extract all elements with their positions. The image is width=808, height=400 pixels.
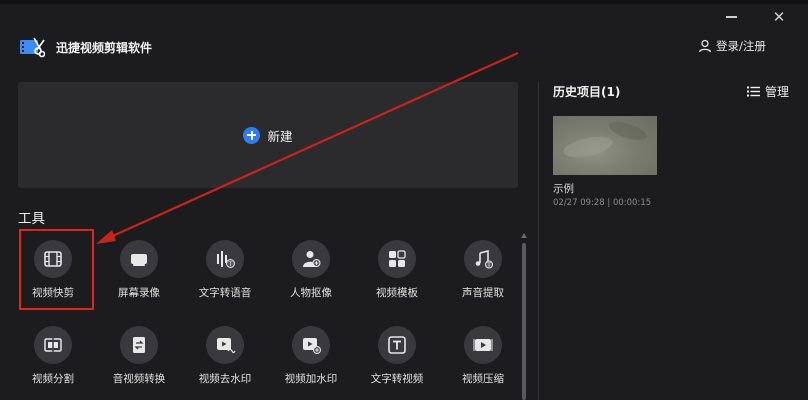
tool-label: 屏幕录像 [118, 287, 160, 299]
person-cutout-icon [303, 251, 321, 267]
tool-label: 视频加水印 [284, 373, 338, 385]
text-to-speech-icon: T [217, 251, 235, 268]
tool-label: 文字转视频 [370, 373, 424, 385]
history-title: 历史项目(1) [553, 85, 621, 99]
add-watermark-icon [303, 338, 321, 354]
new-project-label: 新建 [267, 128, 293, 144]
convert-icon [133, 337, 145, 353]
camera-icon [131, 254, 147, 266]
remove-watermark-icon [217, 338, 236, 354]
tool-video-split[interactable]: 视频分割 [13, 326, 93, 386]
tool-person-cutout[interactable]: 人物抠像 [271, 240, 351, 300]
tool-video-template[interactable]: 视频模板 [357, 240, 437, 300]
plus-icon [243, 126, 261, 144]
login-label: 登录/注册 [716, 39, 766, 53]
tool-video-compress[interactable]: 视频压缩 [443, 326, 523, 386]
tool-av-convert[interactable]: 音视频转换 [99, 326, 179, 386]
app-logo-icon [20, 37, 45, 58]
manage-button[interactable]: 管理 [747, 83, 789, 100]
history-item-meta: 02/27 09:28 | 00:00:15 [553, 198, 652, 208]
scroll-thumb[interactable] [522, 243, 526, 400]
list-icon [747, 86, 760, 97]
tool-label: 视频压缩 [462, 373, 504, 385]
close-button[interactable]: ✕ [769, 8, 789, 26]
template-icon [389, 250, 406, 267]
highlight-box [19, 229, 94, 310]
music-note-icon: T [475, 249, 493, 269]
tool-text-to-video[interactable]: 文字转视频 [357, 326, 437, 386]
text-to-video-icon [388, 336, 406, 354]
compress-icon [473, 339, 493, 351]
tool-label: 视频分割 [32, 373, 74, 385]
tool-audio-extract[interactable]: T 声音提取 [443, 240, 523, 300]
svg-text:T: T [486, 262, 491, 269]
new-project-button[interactable]: 新建 [18, 82, 518, 188]
tool-label: 音视频转换 [112, 373, 166, 385]
minimize-button[interactable] [721, 8, 741, 26]
tools-scrollbar[interactable] [521, 233, 527, 400]
scroll-up-arrow-icon[interactable] [521, 233, 527, 238]
tool-label: 视频去水印 [198, 373, 252, 385]
login-register-button[interactable]: 登录/注册 [698, 38, 766, 54]
tool-text-to-speech[interactable]: T 文字转语音 [185, 240, 265, 300]
manage-label: 管理 [765, 85, 790, 99]
user-icon [698, 39, 712, 53]
tool-label: 视频模板 [376, 287, 418, 299]
svg-text:T: T [228, 261, 233, 268]
tool-label: 声音提取 [462, 287, 504, 299]
history-item-thumbnail[interactable] [553, 116, 657, 175]
tool-add-watermark[interactable]: 视频加水印 [271, 326, 351, 386]
tool-remove-watermark[interactable]: 视频去水印 [185, 326, 265, 386]
tools-section-title: 工具 [18, 211, 45, 227]
app-title: 迅捷视频剪辑软件 [56, 41, 153, 55]
tool-label: 文字转语音 [198, 287, 252, 299]
history-item-name[interactable]: 示例 [553, 181, 574, 196]
tool-label: 人物抠像 [290, 287, 332, 299]
tool-screen-record[interactable]: 屏幕录像 [99, 240, 179, 300]
panel-divider [538, 82, 539, 400]
split-icon [44, 337, 62, 353]
top-edge [0, 0, 808, 4]
